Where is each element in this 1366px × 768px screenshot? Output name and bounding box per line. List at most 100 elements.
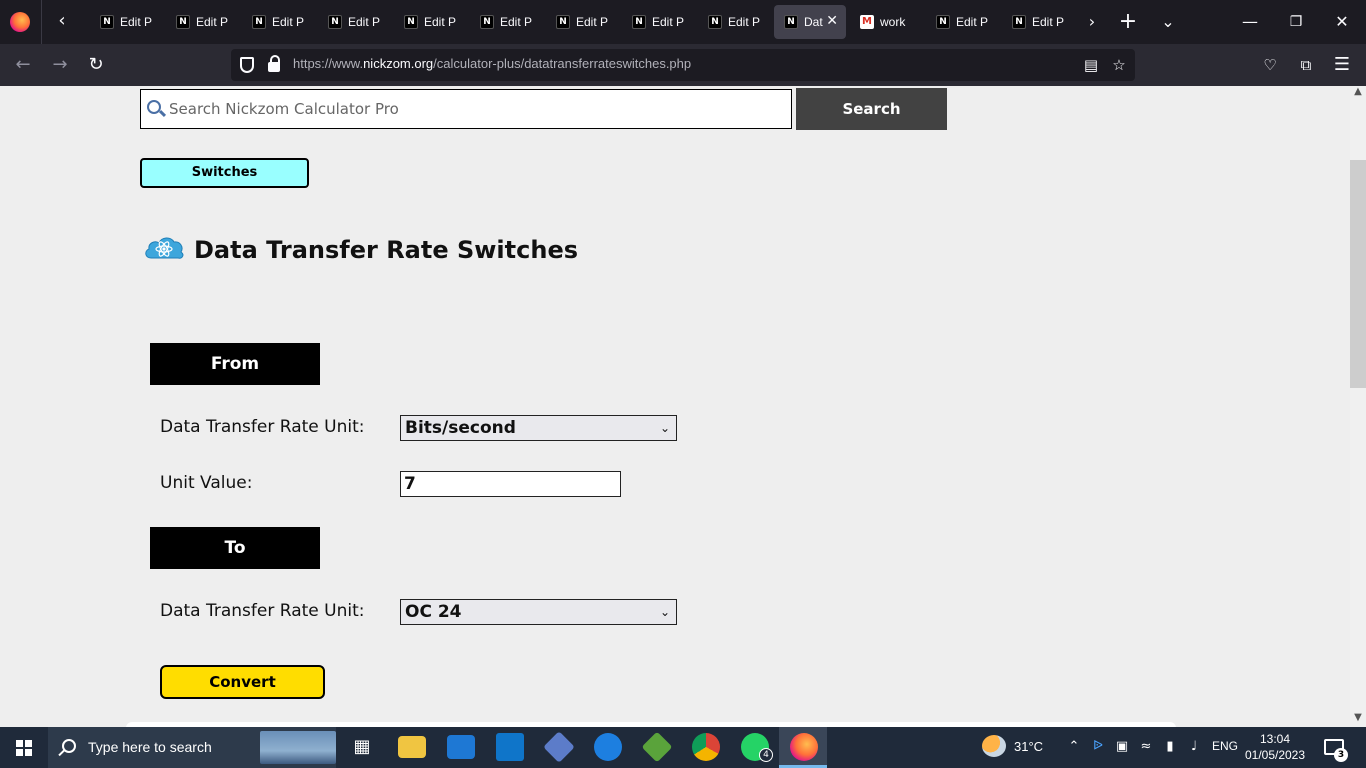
new-tab-button[interactable]: + <box>1116 10 1140 34</box>
browser-tab[interactable]: N Edit P <box>698 5 770 39</box>
tab-title: Edit P <box>348 15 381 29</box>
show-hidden-icons-icon[interactable]: ⌃ <box>1066 739 1082 755</box>
file-explorer-icon[interactable] <box>398 736 426 758</box>
task-view-icon[interactable]: ▦ <box>348 733 376 761</box>
nickzom-icon: N <box>480 15 494 29</box>
close-window-button[interactable]: ✕ <box>1330 10 1354 34</box>
search-icon <box>62 739 76 753</box>
windows-taskbar: Type here to search ▦ 4 31°C ⌃ ᐉ ▣ ≈ ▮ ♩… <box>0 727 1366 768</box>
tab-title: Edit P <box>120 15 153 29</box>
browser-tab[interactable]: N Edit P <box>926 5 998 39</box>
weather-temperature[interactable]: 31°C <box>1014 739 1043 754</box>
browser-tab[interactable]: N Dat ✕ <box>774 5 846 39</box>
tracking-protection-shield-icon[interactable] <box>240 57 254 73</box>
scrollbar-thumb[interactable] <box>1350 160 1366 388</box>
to-heading: To <box>150 527 320 569</box>
pocket-icon[interactable]: ♡ <box>1257 52 1283 78</box>
switches-button[interactable]: Switches <box>140 158 309 188</box>
unit-value-input[interactable] <box>400 471 621 497</box>
reader-view-icon[interactable]: ▤ <box>1081 55 1101 75</box>
mail-icon[interactable] <box>447 735 475 759</box>
browser-tab[interactable]: N Edit P <box>394 5 466 39</box>
to-unit-select[interactable]: OC 24 ⌄ <box>400 599 677 625</box>
browser-tab[interactable]: N Edit P <box>546 5 618 39</box>
volume-icon[interactable]: ♩ <box>1186 739 1202 755</box>
bluetooth-icon[interactable]: ᐉ <box>1090 739 1106 755</box>
scroll-down-arrow-icon[interactable]: ▼ <box>1352 712 1364 726</box>
extensions-icon[interactable]: ⧉ <box>1293 52 1319 78</box>
url-prefix: https://www. <box>293 56 364 71</box>
tab-title: Edit P <box>576 15 609 29</box>
search-icon <box>147 100 161 114</box>
tab-title: Edit P <box>196 15 229 29</box>
nickzom-icon: N <box>252 15 266 29</box>
url-text[interactable]: https://www.nickzom.org/calculator-plus/… <box>293 56 691 71</box>
minimize-button[interactable]: — <box>1238 10 1262 34</box>
tab-scroll-left-icon[interactable]: ‹ <box>50 10 74 34</box>
browser-tab[interactable]: N Edit P <box>242 5 314 39</box>
vscode-icon[interactable] <box>496 733 524 761</box>
url-path: /calculator-plus/datatransferrateswitche… <box>433 56 692 71</box>
address-bar[interactable]: https://www.nickzom.org/calculator-plus/… <box>231 49 1135 81</box>
close-tab-icon[interactable]: ✕ <box>826 13 838 29</box>
app-cube-icon[interactable] <box>543 731 575 763</box>
browser-tab[interactable]: N Edit P <box>166 5 238 39</box>
chevron-down-icon: ⌄ <box>659 421 670 435</box>
tab-title: Edit P <box>956 15 989 29</box>
weather-icon[interactable] <box>982 735 1006 757</box>
teamviewer-icon[interactable] <box>594 733 622 761</box>
site-search-input[interactable] <box>169 90 789 128</box>
nickzom-icon: N <box>784 15 798 29</box>
camera-icon[interactable]: ▣ <box>1114 739 1130 755</box>
browser-tab[interactable]: N Edit P <box>1002 5 1074 39</box>
tab-title: Edit P <box>652 15 685 29</box>
gmail-icon: M <box>860 15 874 29</box>
app-menu-icon[interactable]: ☰ <box>1329 52 1355 78</box>
nickzom-icon: N <box>936 15 950 29</box>
to-unit-label: Data Transfer Rate Unit: <box>160 601 365 621</box>
nickzom-icon: N <box>100 15 114 29</box>
tab-title: Edit P <box>424 15 457 29</box>
browser-tab[interactable]: N Edit P <box>470 5 542 39</box>
from-unit-label: Data Transfer Rate Unit: <box>160 417 365 437</box>
nickzom-icon: N <box>556 15 570 29</box>
browser-tab-strip: ‹ N Edit P N Edit P N Edit P N Edit P N Edit P N Ed… <box>0 0 1366 44</box>
tab-separator <box>41 0 42 44</box>
back-button[interactable]: ← <box>10 52 36 78</box>
to-unit-selected-value: OC 24 <box>405 602 462 622</box>
convert-button[interactable]: Convert <box>160 665 325 699</box>
browser-tab[interactable]: N Edit P <box>90 5 162 39</box>
tab-title: Edit P <box>272 15 305 29</box>
firefox-taskbar-icon[interactable] <box>790 733 818 761</box>
page-title: Data Transfer Rate Switches <box>194 236 578 264</box>
nodejs-icon[interactable] <box>641 731 673 763</box>
wifi-icon[interactable]: ≈ <box>1138 739 1154 755</box>
nickzom-icon: N <box>404 15 418 29</box>
restore-button[interactable]: ❐ <box>1284 10 1308 34</box>
list-all-tabs-icon[interactable]: ⌄ <box>1156 10 1180 34</box>
reload-button[interactable]: ↻ <box>83 52 109 78</box>
unit-value-label: Unit Value: <box>160 473 253 493</box>
bookmark-star-icon[interactable]: ☆ <box>1109 55 1129 75</box>
tab-scroll-right-icon[interactable]: › <box>1080 10 1104 34</box>
search-highlight-image <box>260 731 336 764</box>
language-indicator[interactable]: ENG <box>1212 739 1238 753</box>
site-search-box <box>140 89 792 129</box>
nickzom-icon: N <box>708 15 722 29</box>
firefox-icon[interactable] <box>10 12 30 32</box>
windows-start-icon[interactable] <box>16 740 32 756</box>
browser-tab[interactable]: N Edit P <box>622 5 694 39</box>
browser-tab[interactable]: N Edit P <box>318 5 390 39</box>
from-unit-select[interactable]: Bits/second ⌄ <box>400 415 677 441</box>
system-clock[interactable]: 13:04 01/05/2023 <box>1240 731 1310 763</box>
forward-button[interactable]: → <box>47 52 73 78</box>
search-button[interactable]: Search <box>796 88 947 130</box>
browser-tab[interactable]: Mwork <box>850 5 922 39</box>
chrome-icon[interactable] <box>692 733 720 761</box>
nickzom-icon: N <box>1012 15 1026 29</box>
clock-time: 13:04 <box>1259 732 1291 746</box>
taskbar-search-box[interactable]: Type here to search <box>48 727 336 768</box>
lock-icon[interactable] <box>268 55 280 72</box>
scroll-up-arrow-icon[interactable]: ▲ <box>1352 86 1364 100</box>
battery-icon[interactable]: ▮ <box>1162 739 1178 755</box>
